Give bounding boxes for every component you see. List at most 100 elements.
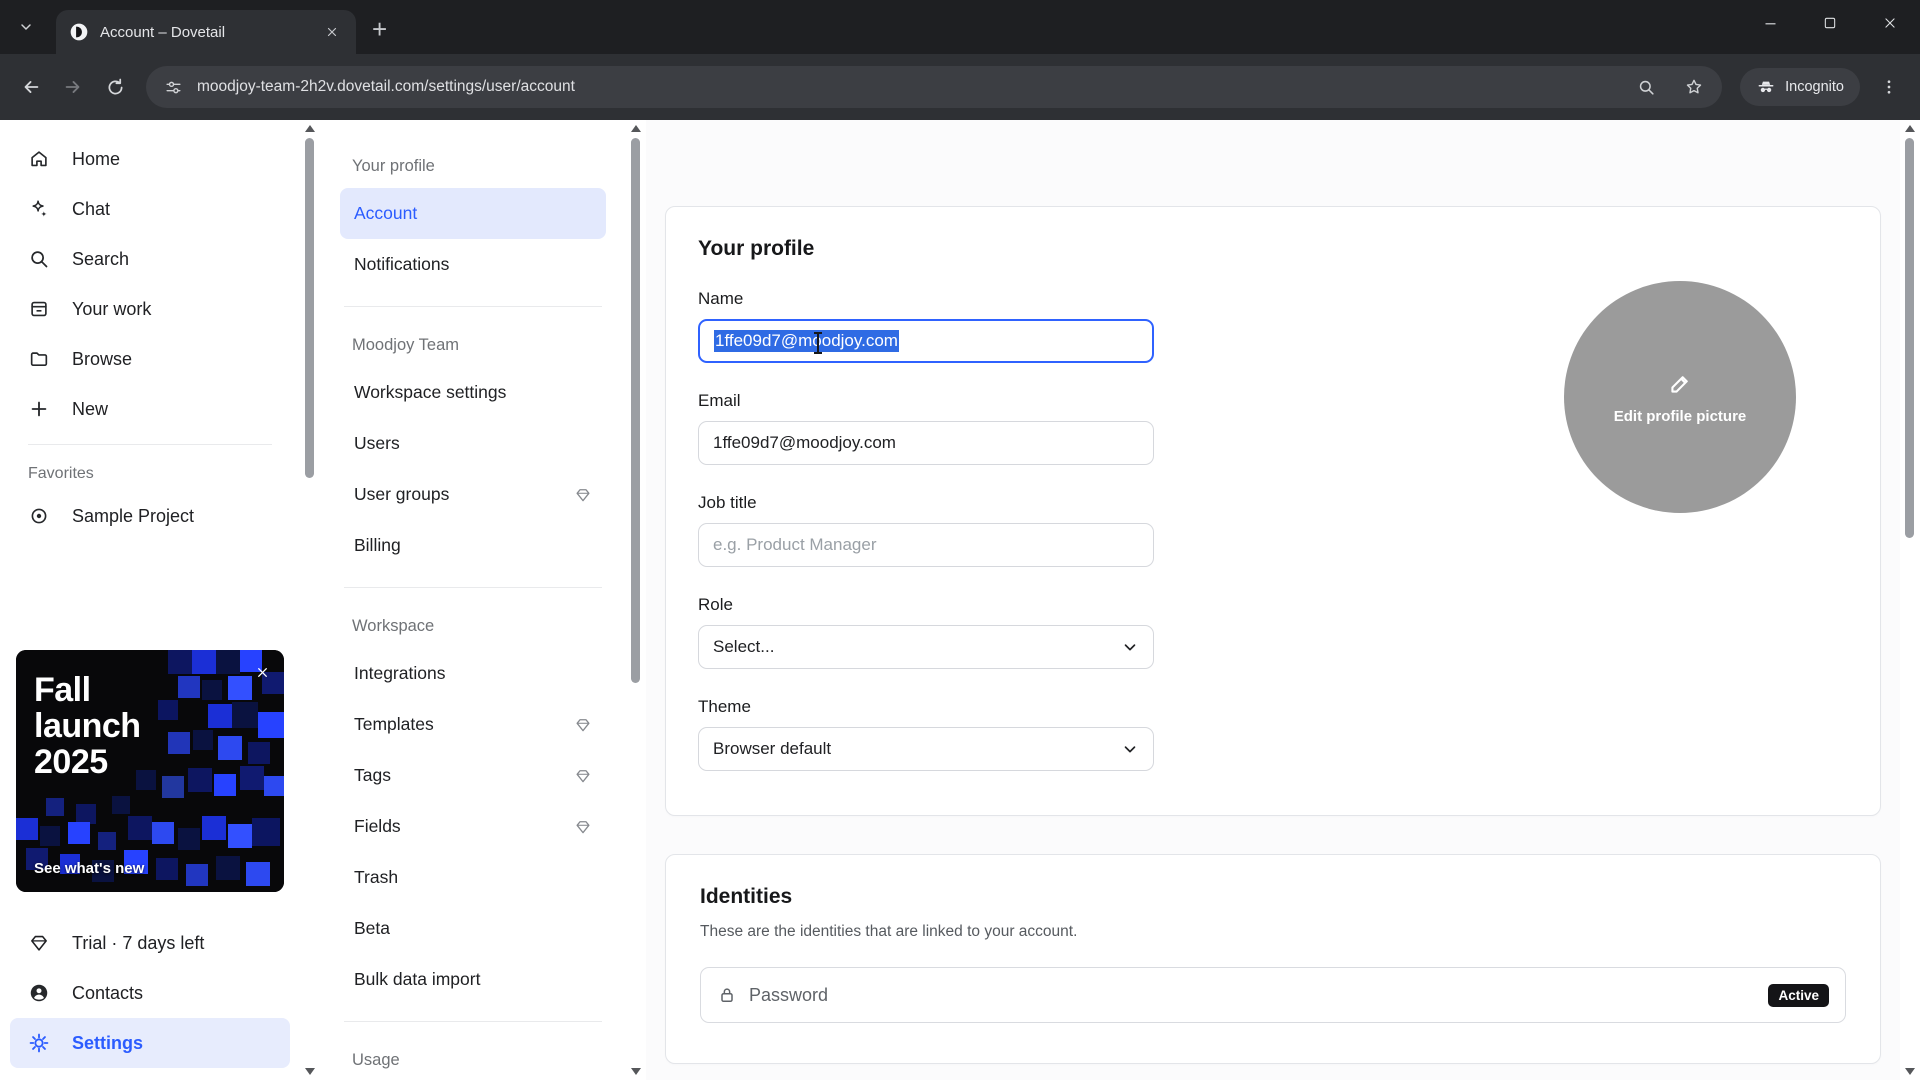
role-select-value: Select... [713, 637, 774, 657]
nav-item-label: Notifications [354, 254, 449, 275]
address-bar[interactable]: moodjoy-team-2h2v.dovetail.com/settings/… [146, 66, 1722, 108]
scroll-up-arrow[interactable] [1905, 125, 1915, 132]
sidebar-item-sample-project[interactable]: Sample Project [0, 491, 300, 541]
sidebar-item-search[interactable]: Search [0, 234, 300, 284]
gem-icon [574, 818, 592, 836]
nav-item-label: Beta [354, 918, 390, 939]
sidebar-scrollbar[interactable] [300, 120, 320, 1080]
contacts-icon [28, 982, 50, 1004]
nav-item-user-groups[interactable]: User groups [340, 469, 606, 520]
forward-button[interactable] [52, 66, 94, 108]
incognito-label: Incognito [1785, 79, 1844, 95]
nav-item-beta[interactable]: Beta [340, 903, 606, 954]
gem-icon [574, 767, 592, 785]
folder-icon [28, 348, 50, 370]
sidebar-item-browse[interactable]: Browse [0, 334, 300, 384]
sidebar-item-label: Chat [72, 199, 110, 220]
sidebar-item-settings[interactable]: Settings [10, 1018, 290, 1068]
profile-card-title: Your profile [698, 237, 1848, 261]
email-input[interactable] [698, 421, 1154, 465]
nav-item-label: Workspace settings [354, 382, 506, 403]
sidebar-item-chat[interactable]: Chat [0, 184, 300, 234]
theme-select[interactable]: Browser default [698, 727, 1154, 771]
nav-item-templates[interactable]: Templates [340, 699, 606, 750]
promo-link[interactable]: See what's new [34, 860, 144, 877]
identities-card: Identities These are the identities that… [665, 854, 1881, 1064]
scrollbar-thumb[interactable] [631, 138, 640, 683]
profile-card: Your profile Name 1ffe09d7@moodjoy.com E… [665, 206, 1881, 816]
scroll-down-arrow[interactable] [305, 1068, 315, 1075]
nav-item-workspace-settings[interactable]: Workspace settings [340, 367, 606, 418]
main-scrollbar[interactable] [1900, 120, 1920, 1080]
reload-button[interactable] [94, 66, 136, 108]
nav-item-account[interactable]: Account [340, 188, 606, 239]
nav-item-bulk-data-import[interactable]: Bulk data import [340, 954, 606, 1005]
name-value-selected: 1ffe09d7@moodjoy.com [714, 330, 899, 352]
minimize-button[interactable] [1740, 0, 1800, 46]
scroll-down-arrow[interactable] [1905, 1068, 1915, 1075]
sidebar-item-home[interactable]: Home [0, 134, 300, 184]
nav-item-users[interactable]: Users [340, 418, 606, 469]
text-cursor-icon [812, 332, 824, 354]
maximize-button[interactable] [1800, 0, 1860, 46]
nav-section-header: Workspace [340, 604, 606, 648]
nav-item-trash[interactable]: Trash [340, 852, 606, 903]
bookmark-star-icon[interactable] [1684, 77, 1704, 97]
sidebar-item-label: Search [72, 249, 129, 270]
browser-menu-button[interactable] [1868, 66, 1910, 108]
nav-item-label: Templates [354, 714, 434, 735]
tab-close-icon[interactable] [320, 20, 344, 44]
identities-card-title: Identities [700, 885, 1846, 909]
sidebar-item-label: Browse [72, 349, 132, 370]
window-controls [1740, 0, 1920, 46]
promo-card[interactable]: Fall launch 2025 See what's new [16, 650, 284, 892]
tab-search-button[interactable] [10, 11, 42, 43]
role-select[interactable]: Select... [698, 625, 1154, 669]
sidebar-item-trial[interactable]: Trial · 7 days left [0, 918, 300, 968]
sidebar-item-new[interactable]: New [0, 384, 300, 434]
nav-item-integrations[interactable]: Integrations [340, 648, 606, 699]
settings-nav-scrollbar[interactable] [626, 120, 646, 1080]
tab-strip: Account – Dovetail + [0, 0, 1920, 54]
scrollbar-thumb[interactable] [1905, 138, 1914, 538]
nav-item-billing[interactable]: Billing [340, 520, 606, 571]
close-window-button[interactable] [1860, 0, 1920, 46]
password-identity-row[interactable]: Password Active [700, 967, 1846, 1023]
nav-section-header: Your profile [340, 144, 606, 188]
sidebar-item-contacts[interactable]: Contacts [0, 968, 300, 1018]
home-icon [28, 148, 50, 170]
browser-tab[interactable]: Account – Dovetail [56, 10, 356, 54]
sidebar-spacer [0, 541, 300, 622]
new-tab-button[interactable]: + [372, 16, 387, 42]
nav-item-label: Billing [354, 535, 401, 556]
nav-item-label: Tags [354, 765, 391, 786]
sidebar-item-your-work[interactable]: Your work [0, 284, 300, 334]
incognito-icon [1756, 77, 1776, 97]
nav-divider [344, 306, 602, 307]
gem-icon [574, 486, 592, 504]
name-input[interactable]: 1ffe09d7@moodjoy.com [698, 319, 1154, 363]
nav-item-fields[interactable]: Fields [340, 801, 606, 852]
nav-item-label: Integrations [354, 663, 445, 684]
gem-icon [28, 932, 50, 954]
settings-main: Your profile Name 1ffe09d7@moodjoy.com E… [646, 120, 1900, 1080]
favorites-header: Favorites [0, 449, 300, 491]
url-text[interactable]: moodjoy-team-2h2v.dovetail.com/settings/… [197, 78, 575, 96]
promo-close-icon[interactable] [251, 661, 273, 683]
edit-profile-picture-button[interactable]: Edit profile picture [1564, 281, 1796, 513]
scroll-down-arrow[interactable] [631, 1068, 641, 1075]
scrollbar-thumb[interactable] [305, 138, 314, 478]
scroll-up-arrow[interactable] [305, 125, 315, 132]
site-settings-icon[interactable] [164, 78, 183, 97]
nav-item-notifications[interactable]: Notifications [340, 239, 606, 290]
scroll-up-arrow[interactable] [631, 125, 641, 132]
zoom-icon[interactable] [1637, 78, 1656, 97]
sidebar-divider [28, 444, 272, 445]
job-title-input[interactable] [698, 523, 1154, 567]
nav-item-label: User groups [354, 484, 449, 505]
gear-icon [28, 1032, 50, 1054]
sidebar-item-label: Your work [72, 299, 151, 320]
nav-item-label: Account [354, 203, 417, 224]
nav-item-tags[interactable]: Tags [340, 750, 606, 801]
back-button[interactable] [10, 66, 52, 108]
